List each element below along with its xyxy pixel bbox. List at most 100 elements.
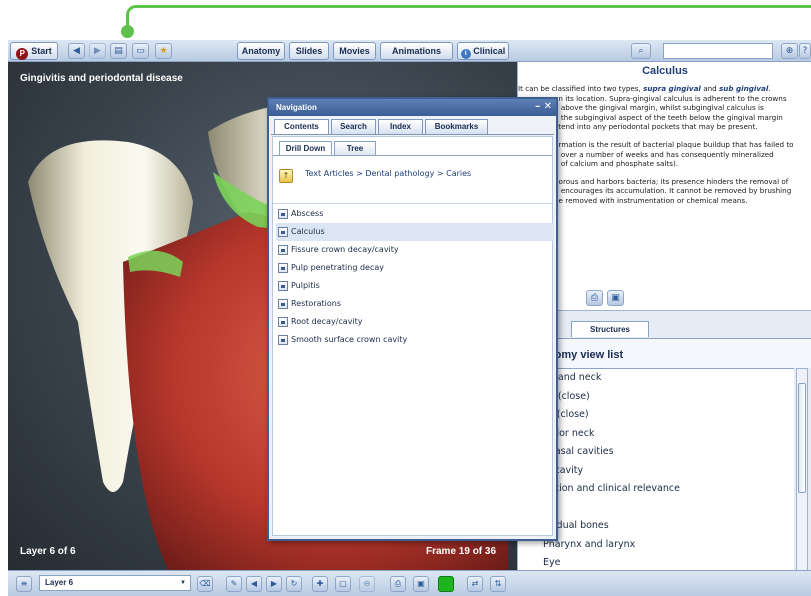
rotate-icon[interactable]: ↻ bbox=[286, 576, 302, 592]
save-icon[interactable]: ▣ bbox=[607, 290, 624, 306]
list-item[interactable]: Pulp penetrating decay bbox=[276, 259, 554, 277]
structure-list-item[interactable]: ck (close) bbox=[518, 406, 794, 425]
zoom-icon[interactable]: ⊕ bbox=[781, 43, 798, 59]
tab-search[interactable]: Search bbox=[331, 119, 376, 134]
animations-button[interactable]: Animations bbox=[380, 42, 453, 60]
structure-list-item[interactable]: ll bbox=[518, 499, 794, 518]
list-item[interactable]: Smooth surface crown cavity bbox=[276, 331, 554, 349]
subtabs-divider bbox=[273, 155, 552, 156]
eraser-icon[interactable]: ⌫ bbox=[197, 576, 213, 592]
list-divider bbox=[273, 203, 552, 204]
forward-icon[interactable]: ▶ bbox=[89, 43, 106, 59]
swap-icon[interactable]: ⇄ bbox=[467, 576, 483, 592]
article-body: It can be classified into two types, sup… bbox=[518, 84, 808, 214]
article-text-span: . bbox=[768, 84, 771, 93]
color-swatch-icon[interactable] bbox=[438, 576, 454, 592]
tab-drill-down[interactable]: Drill Down bbox=[279, 141, 332, 155]
print-icon[interactable]: ⎙ bbox=[586, 290, 603, 306]
article-text-span: It can be classified into two types, bbox=[518, 84, 644, 93]
callout-connector-dot bbox=[121, 25, 134, 38]
article-paragraph-2: ormation is the result of bacterial plaq… bbox=[518, 140, 808, 169]
article-icon bbox=[278, 209, 288, 219]
help-icon[interactable]: ? bbox=[799, 43, 811, 59]
search-icon[interactable]: ⌕ bbox=[631, 43, 651, 59]
favorites-icon[interactable]: ★ bbox=[155, 43, 172, 59]
structure-list-item[interactable]: lividual bones bbox=[518, 517, 794, 536]
tab-contents[interactable]: Contents bbox=[274, 119, 329, 135]
next-frame-icon[interactable]: ▶ bbox=[266, 576, 282, 592]
navigation-window: Navigation – ✕ Contents Search Index Boo… bbox=[267, 97, 558, 541]
structure-list-item[interactable]: anasal cavities bbox=[518, 443, 794, 462]
list-item[interactable]: Restorations bbox=[276, 295, 554, 313]
article-title: Calculus bbox=[642, 65, 688, 77]
movies-button[interactable]: Movies bbox=[333, 42, 376, 60]
bottom-toolbar: ≡ Layer 6 ▼ ⌫ ✎ ◀ ▶ ↻ ✚ ▢ ⊖ ⎙ ▣ ⇄ ⇅ bbox=[8, 570, 811, 596]
article-text-line: be removed with instrumentation or chemi… bbox=[554, 195, 748, 205]
start-button[interactable]: P Start bbox=[10, 42, 58, 60]
anatomy-button[interactable]: Anatomy bbox=[237, 42, 285, 60]
start-logo-icon: P bbox=[16, 48, 29, 60]
structures-panel: Structures tomy view list ad and neck ad… bbox=[517, 310, 811, 596]
info-icon: i bbox=[460, 49, 471, 59]
up-folder-icon[interactable]: ↑ bbox=[279, 169, 293, 183]
pin-icon[interactable]: ✎ bbox=[226, 576, 242, 592]
viewport-title: Gingivitis and periodontal disease bbox=[20, 73, 183, 84]
breadcrumb[interactable]: Text Articles > Dental pathology > Carie… bbox=[305, 169, 471, 178]
navigation-title[interactable]: Navigation bbox=[269, 99, 556, 116]
list-item-label: Abscess bbox=[291, 209, 324, 218]
previous-frame-icon[interactable]: ◀ bbox=[246, 576, 262, 592]
zoom-out-icon[interactable]: ⊖ bbox=[359, 576, 375, 592]
slides-button[interactable]: Slides bbox=[289, 42, 329, 60]
annotate-icon[interactable]: ✚ bbox=[312, 576, 328, 592]
layer-select-value: Layer 6 bbox=[45, 578, 74, 587]
clinical-label: Clinical bbox=[473, 46, 506, 56]
article-paragraph-3: porous and harbors bacteria; its presenc… bbox=[518, 177, 808, 206]
sort-icon[interactable]: ⇅ bbox=[490, 576, 506, 592]
list-item[interactable]: Pulpitis bbox=[276, 277, 554, 295]
list-item-label: Smooth surface crown cavity bbox=[291, 335, 408, 344]
article-icon bbox=[278, 281, 288, 291]
tab-bookmarks[interactable]: Bookmarks bbox=[425, 119, 488, 134]
structure-list-item[interactable]: Pharynx and larynx bbox=[518, 536, 794, 555]
list-item-label: Restorations bbox=[291, 299, 342, 308]
window-icon[interactable]: ▭ bbox=[132, 43, 149, 59]
article-paragraph-1: It can be classified into two types, sup… bbox=[518, 84, 808, 132]
print-icon[interactable]: ⎙ bbox=[390, 576, 406, 592]
article-icon bbox=[278, 299, 288, 309]
article-text-line: ormation is the result of bacterial plaq… bbox=[554, 139, 794, 149]
list-item[interactable]: Fissure crown decay/cavity bbox=[276, 241, 554, 259]
tab-structures[interactable]: Structures bbox=[571, 321, 649, 337]
tab-index[interactable]: Index bbox=[378, 119, 423, 134]
structure-list-item[interactable]: ad and neck bbox=[518, 369, 794, 388]
article-text-line: porous and harbors bacteria; its presenc… bbox=[554, 176, 789, 186]
article-term-sub: sub gingival bbox=[719, 84, 769, 93]
structure-list-item[interactable]: terior neck bbox=[518, 425, 794, 444]
save-icon[interactable]: ▣ bbox=[413, 576, 429, 592]
list-item[interactable]: Abscess bbox=[276, 205, 554, 223]
structure-list-item[interactable]: ntition and clinical relevance bbox=[518, 480, 794, 499]
structure-list-item[interactable]: al cavity bbox=[518, 462, 794, 481]
chevron-down-icon: ▼ bbox=[180, 580, 186, 586]
frame-counter: Frame 19 of 36 bbox=[426, 546, 497, 557]
article-icon bbox=[278, 227, 288, 237]
document-icon[interactable]: ▤ bbox=[110, 43, 127, 59]
camera-icon[interactable]: ▢ bbox=[335, 576, 351, 592]
article-icon bbox=[278, 263, 288, 273]
list-item-selected[interactable]: Calculus bbox=[276, 223, 554, 241]
search-input[interactable] bbox=[663, 43, 773, 59]
scrollbar-thumb[interactable] bbox=[798, 383, 806, 493]
callout-connector-line bbox=[126, 5, 811, 27]
tabs-divider bbox=[271, 134, 554, 135]
structures-scrollbar[interactable] bbox=[796, 368, 808, 582]
clinical-button[interactable]: i Clinical bbox=[457, 42, 509, 60]
article-toolbar: ⎙ ▣ bbox=[518, 290, 811, 308]
close-icon[interactable]: – ✕ bbox=[535, 101, 552, 112]
list-item[interactable]: Root decay/cavity bbox=[276, 313, 554, 331]
back-icon[interactable]: ◀ bbox=[68, 43, 85, 59]
layer-select[interactable]: Layer 6 ▼ bbox=[39, 575, 191, 591]
article-icon bbox=[278, 245, 288, 255]
layers-icon[interactable]: ≡ bbox=[16, 576, 32, 592]
tab-tree[interactable]: Tree bbox=[334, 141, 376, 155]
structures-header: tomy view list bbox=[518, 338, 811, 368]
structure-list-item[interactable]: ad (close) bbox=[518, 388, 794, 407]
